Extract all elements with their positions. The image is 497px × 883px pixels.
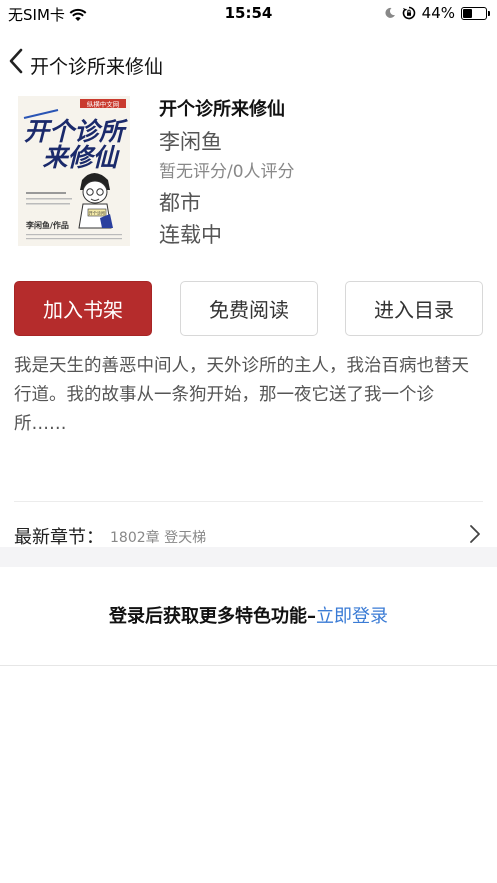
book-description: 我是天生的善恶中间人，天外诊所的主人，我治百病也替天行道。我的故事从一条狗开始，… [14, 356, 469, 434]
nav-title: 开个诊所来修仙 [30, 56, 164, 78]
divider [0, 665, 497, 666]
divider [14, 501, 483, 502]
section-separator [0, 547, 497, 567]
cover-badge: 开个诊所 [89, 210, 106, 217]
book-author[interactable]: 李闲鱼 [159, 126, 295, 158]
moon-icon [385, 7, 395, 18]
login-link[interactable]: 立即登录 [316, 606, 388, 627]
book-cover[interactable]: 纵横中文网 开个诊所 来修仙 开个诊所 李闲鱼/作品 [18, 96, 130, 246]
free-read-button[interactable]: 免费阅读 [180, 281, 318, 336]
book-info: 纵横中文网 开个诊所 来修仙 开个诊所 李闲鱼/作品 开个诊所来修仙 李闲鱼 暂… [0, 96, 497, 256]
book-genre[interactable]: 都市 [159, 187, 295, 219]
add-to-shelf-button[interactable]: 加入书架 [14, 281, 152, 336]
status-bar: 无SIM卡 15:54 44% [0, 0, 497, 26]
login-prompt: 登录后获取更多特色功能–立即登录 [0, 602, 497, 628]
battery-percent: 44% [421, 4, 455, 22]
latest-chapter-value: 1802章 登天梯 [110, 530, 207, 546]
rotation-lock-icon [402, 6, 415, 20]
cover-publisher: 纵横中文网 [87, 100, 120, 109]
nav-bar: 开个诊所来修仙 [0, 40, 497, 84]
latest-chapter-label: 最新章节： [14, 527, 104, 548]
battery-icon [461, 6, 490, 20]
cover-title-line2: 来修仙 [42, 143, 120, 172]
chevron-right-icon [470, 525, 480, 543]
back-chevron-icon[interactable] [6, 46, 28, 76]
action-buttons: 加入书架 免费阅读 进入目录 [0, 281, 497, 337]
cover-title-line1: 开个诊所 [24, 117, 128, 146]
book-meta: 开个诊所来修仙 李闲鱼 暂无评分/0人评分 都市 连载中 [159, 96, 295, 251]
battery-fill [463, 8, 473, 18]
cover-author: 李闲鱼/作品 [25, 220, 69, 230]
status-right: 44% [384, 4, 490, 22]
book-rating: 暂无评分/0人评分 [159, 162, 295, 182]
book-title: 开个诊所来修仙 [159, 99, 285, 120]
login-prompt-text: 登录后获取更多特色功能– [109, 606, 316, 627]
book-status: 连载中 [159, 223, 222, 247]
catalog-button[interactable]: 进入目录 [345, 281, 483, 336]
